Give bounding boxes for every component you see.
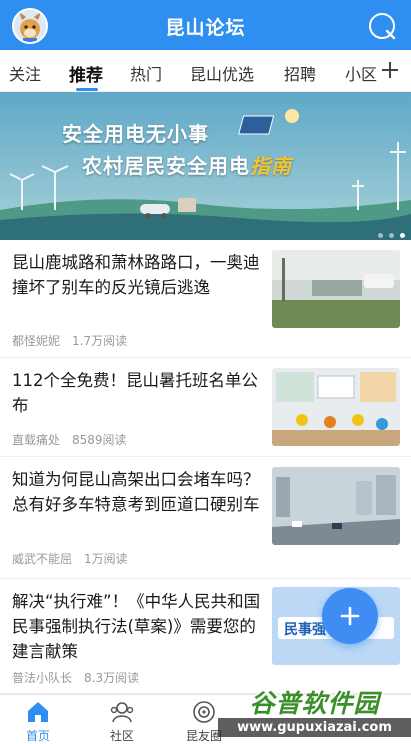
active-tab-indicator (76, 88, 98, 91)
banner-subheadline-main: 农村居民安全用电 (82, 154, 250, 178)
tab-hot[interactable]: 热门 (130, 61, 162, 85)
article-thumbnail[interactable] (272, 368, 400, 446)
article-views: 8589阅读 (72, 433, 127, 447)
article-title[interactable]: 解决“执行难”！《中华人民共和国民事强制执行法(草案)》需要您的建言献策 (12, 589, 264, 664)
carousel-indicator (372, 223, 405, 240)
nav-label: 社区 (109, 729, 134, 743)
list-item[interactable]: 昆山鹿城路和萧林路路口，一奥迪撞坏了别车的反光镜后逃逸 都怪妮妮 1.7万阅读 (0, 240, 411, 358)
banner-subheadline-accent: 指南 (250, 154, 292, 178)
article-views: 1.7万阅读 (72, 334, 128, 348)
article-title[interactable]: 知道为何昆山高架出口会堵车吗？总有好多车特意考到匝道口硬别车 (12, 467, 264, 517)
article-title[interactable]: 昆山鹿城路和萧林路路口，一奥迪撞坏了别车的反光镜后逃逸 (12, 250, 264, 300)
app-header: 昆山论坛 (0, 0, 411, 50)
carousel-dot[interactable] (378, 233, 383, 238)
nav-label: 首页 (25, 729, 50, 743)
article-meta: 威武不能屈 1万阅读 (12, 550, 128, 567)
page-title: 昆山论坛 (165, 17, 246, 39)
nav-community[interactable]: 社区 (87, 699, 157, 744)
article-views: 8.3万阅读 (84, 671, 140, 685)
list-item[interactable]: 知道为何昆山高架出口会堵车吗？总有好多车特意考到匝道口硬别车 威武不能屈 1万阅读 (0, 457, 411, 579)
article-thumbnail[interactable] (272, 467, 400, 545)
watermark: 谷普软件园 www.gupuxiazai.com (218, 684, 411, 744)
article-author: 直载痛处 (12, 433, 61, 447)
nav-label: 昆友圈 (185, 729, 222, 743)
article-author: 普法小队长 (12, 671, 73, 685)
article-title[interactable]: 112个全免费！昆山暑托班名单公布 (12, 368, 264, 418)
article-meta: 都怪妮妮 1.7万阅读 (12, 332, 127, 349)
article-author: 都怪妮妮 (12, 334, 61, 348)
tab-kunshan-select[interactable]: 昆山优选 (190, 61, 254, 85)
article-meta: 普法小队长 8.3万阅读 (12, 669, 139, 686)
plus-icon[interactable] (377, 56, 403, 84)
compose-button[interactable] (322, 588, 378, 644)
friends-circle-icon (193, 701, 215, 723)
home-icon (28, 702, 48, 722)
list-item[interactable]: 112个全免费！昆山暑托班名单公布 直载痛处 8589阅读 (0, 358, 411, 457)
banner-headline: 安全用电无小事 (62, 122, 209, 146)
plus-icon (340, 606, 360, 626)
banner-carousel[interactable]: 安全用电无小事 农村居民安全用电指南 (0, 92, 411, 240)
thumbnail-caption: 民事强 (284, 622, 326, 638)
carousel-dot-active[interactable] (400, 233, 405, 238)
category-tabs: 关注 推荐 热门 昆山优选 招聘 小区 (0, 50, 411, 92)
tab-jobs[interactable]: 招聘 (284, 61, 316, 85)
community-icon (110, 702, 134, 723)
tab-recommend[interactable]: 推荐 (69, 61, 103, 86)
tab-community[interactable]: 小区 (345, 61, 377, 85)
watermark-title: 谷普软件园 (249, 689, 380, 718)
nav-home[interactable]: 首页 (3, 699, 73, 744)
carousel-dot[interactable] (389, 233, 394, 238)
banner-subheadline: 农村居民安全用电指南 (82, 150, 292, 179)
article-author: 威武不能屈 (12, 552, 73, 566)
article-meta: 直载痛处 8589阅读 (12, 431, 127, 448)
tab-follow[interactable]: 关注 (9, 61, 41, 85)
watermark-url: www.gupuxiazai.com (218, 718, 411, 737)
search-icon[interactable] (367, 11, 397, 41)
article-views: 1万阅读 (84, 552, 128, 566)
article-thumbnail[interactable] (272, 250, 400, 328)
